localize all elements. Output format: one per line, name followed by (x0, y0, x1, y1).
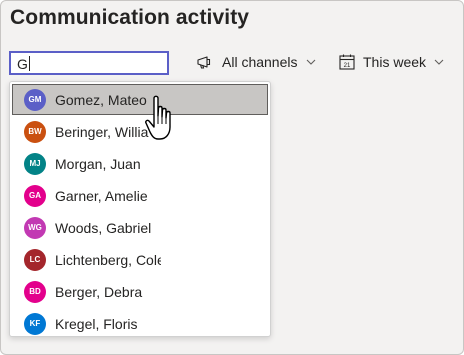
date-filter[interactable]: 21 This week (339, 54, 444, 70)
person-suggestion-item[interactable]: GM Gomez, Mateo (12, 84, 268, 115)
person-name: Berger, Debra (55, 283, 143, 300)
search-input[interactable]: G (9, 51, 169, 75)
chevron-down-icon (306, 59, 316, 65)
person-name: Garner, Amelie (55, 187, 148, 204)
avatar: WG (24, 216, 46, 239)
avatar: BD (24, 280, 46, 303)
avatar: KF (24, 312, 46, 335)
hand-pointer-cursor-icon (145, 95, 171, 140)
search-input-value: G (17, 56, 28, 72)
person-suggestion-item[interactable]: BD Berger, Debra (12, 276, 268, 307)
avatar: GA (24, 184, 46, 207)
person-name: Woods, Gabriel (55, 219, 152, 236)
avatar: BW (24, 120, 46, 143)
page-title: Communication activity (10, 6, 250, 29)
calendar-icon: 21 (339, 54, 355, 70)
avatar: LC (24, 248, 46, 271)
chevron-down-icon (434, 59, 444, 65)
person-suggestion-item[interactable]: MJ Morgan, Juan (12, 148, 268, 179)
date-filter-label: This week (363, 54, 427, 70)
report-panel: Communication activity G All channels 21… (0, 0, 464, 355)
person-suggestion-item[interactable]: WG Woods, Gabriel (12, 212, 268, 243)
person-name: Morgan, Juan (55, 155, 141, 172)
channels-filter[interactable]: All channels (196, 54, 316, 70)
avatar: MJ (24, 152, 46, 175)
channels-filter-label: All channels (222, 54, 298, 70)
calendar-day-label: 21 (344, 63, 351, 69)
person-name: Lichtenberg, Colette (55, 251, 161, 268)
megaphone-icon (197, 56, 211, 69)
avatar: GM (24, 88, 46, 111)
person-suggestion-item[interactable]: KF Kregel, Floris (12, 308, 268, 336)
person-suggestion-item[interactable]: BW Beringer, Willia (12, 116, 268, 147)
person-name: Gomez, Mateo (55, 91, 147, 108)
text-caret (28, 56, 30, 71)
person-suggestion-item[interactable]: GA Garner, Amelie (12, 180, 268, 211)
person-name: Kregel, Floris (55, 315, 138, 332)
person-suggestion-item[interactable]: LC Lichtenberg, Colette (12, 244, 268, 275)
people-suggestions-dropdown: GM Gomez, Mateo BW Beringer, Willia MJ Morgan… (9, 81, 271, 337)
